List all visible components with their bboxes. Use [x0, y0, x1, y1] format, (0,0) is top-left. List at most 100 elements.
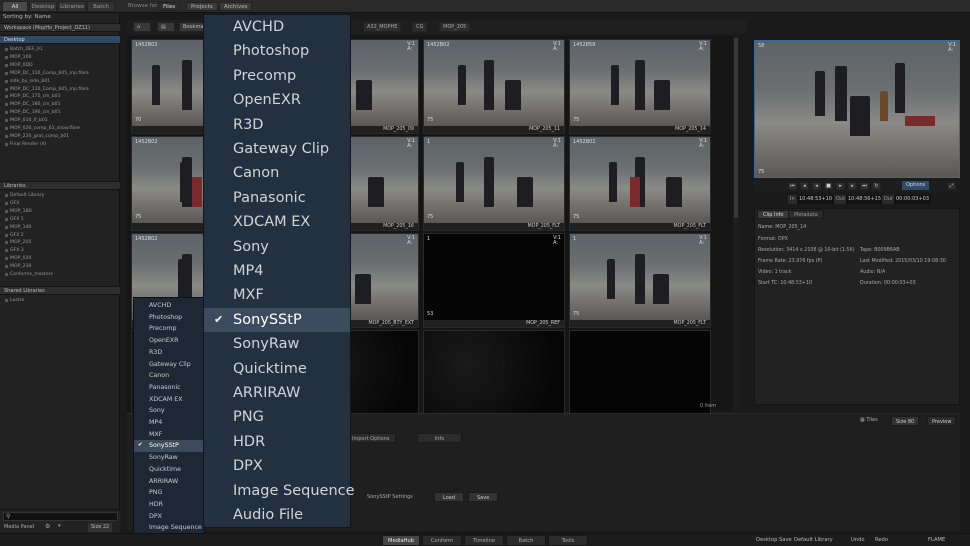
preview-button[interactable]: Preview [927, 416, 957, 426]
tree-item[interactable]: MOP_DC_110_Comp_b05_mp.flare [0, 70, 120, 77]
tree-item[interactable]: GFX 2 [0, 232, 120, 239]
media-tile[interactable]: 1 V:1 A: 75 MOP_205_FLT [423, 136, 565, 231]
format-option-small[interactable]: Quicktime [134, 464, 206, 476]
tree-item[interactable]: Final Render (4) [0, 141, 120, 148]
tab-import-options[interactable]: Import Options [345, 433, 397, 443]
tree-item[interactable]: Lustre [0, 297, 120, 304]
media-tile[interactable] [569, 330, 711, 425]
format-option-small[interactable]: Precomp [134, 323, 206, 335]
search-field[interactable]: ⚲ [3, 512, 118, 521]
tab-batch[interactable]: Batch [87, 1, 115, 12]
home-icon[interactable]: ⌂ [133, 22, 151, 32]
format-option-small[interactable]: DPX [134, 511, 206, 523]
format-option-small[interactable]: Photoshop [134, 312, 206, 324]
media-tile[interactable]: 1452B02 V:1 A: 75 MOP_205_FLT [569, 136, 711, 231]
browse-archives-button[interactable]: Archives [219, 2, 253, 11]
tree-item[interactable]: MOP_010_lf_b01 [0, 117, 120, 124]
format-option-small[interactable]: Gateway Clip [134, 359, 206, 371]
size-80-button[interactable]: Size 80 [891, 416, 920, 426]
tab-tools[interactable]: Tools [548, 535, 588, 546]
format-option-small[interactable]: MXF [134, 429, 206, 441]
save-button[interactable]: Save [468, 492, 499, 502]
tree-item[interactable]: MOP_DC_180_cln_b01 [0, 101, 120, 108]
format-option-small[interactable]: ARRIRAW [134, 476, 206, 488]
library-select[interactable]: Default Library [794, 535, 833, 546]
format-option-large[interactable]: ARRIRAW [204, 381, 350, 405]
libraries-header[interactable]: Libraries [0, 181, 120, 190]
browse-files-button[interactable]: Files [158, 2, 181, 11]
media-tile[interactable]: 1 V:1 A: 53 MOP_205_REF [423, 233, 565, 328]
format-option-large[interactable]: Precomp [204, 64, 350, 88]
format-option-small[interactable]: MP4 [134, 417, 206, 429]
format-option-large[interactable]: XDCAM EX [204, 210, 350, 234]
undo-button[interactable]: Undo [851, 535, 865, 546]
tree-item[interactable]: MOP_205 [0, 239, 120, 246]
format-option-small[interactable]: R3D [134, 347, 206, 359]
format-option-large[interactable]: Gateway Clip [204, 137, 350, 161]
media-tile[interactable] [423, 330, 565, 425]
format-option-small[interactable]: XDCAM EX [134, 394, 206, 406]
tab-desktop[interactable]: Desktop [29, 1, 57, 12]
format-option-small[interactable]: AVCHD [134, 300, 206, 312]
play-reverse-icon[interactable]: ◂ [812, 182, 821, 190]
tiles-button[interactable]: ▦ Tiles [860, 417, 878, 423]
format-option-small[interactable]: SonyRaw [134, 452, 206, 464]
format-option-small[interactable]: HDR [134, 499, 206, 511]
format-option-large[interactable]: MP4 [204, 259, 350, 283]
workspace-header[interactable]: Workspace (MopHo_Project_DZ11) [0, 23, 120, 32]
size-button[interactable]: Size 22 [88, 523, 113, 532]
desktop-status[interactable]: Desktop [756, 535, 777, 546]
tab-all[interactable]: All [2, 1, 28, 12]
stop-icon[interactable]: ■ [824, 182, 833, 190]
breadcrumb-1[interactable]: A32_MOPHE [363, 22, 402, 32]
tree-item[interactable]: MOP_230 [0, 263, 120, 270]
load-button[interactable]: Load [434, 492, 464, 502]
tree-item[interactable]: MOP_DC_175_cln_b01 [0, 93, 120, 100]
out-value[interactable]: 10:48:56+15 [846, 195, 884, 204]
go-end-icon[interactable]: ⏭ [860, 182, 869, 190]
format-option-large[interactable]: OpenEXR [204, 88, 350, 112]
media-tile[interactable]: 1452B02 V:1 A: 75 MOP_205_11 [423, 39, 565, 134]
format-option-large[interactable]: Panasonic [204, 186, 350, 210]
tree-item[interactable]: GFX [0, 200, 120, 207]
tab-libraries[interactable]: Libraries [58, 1, 86, 12]
format-option-large[interactable]: Photoshop [204, 39, 350, 63]
format-option-large[interactable]: DPX [204, 454, 350, 478]
save-status[interactable]: Save [779, 535, 792, 546]
chevron-down-icon[interactable]: ▾ [58, 523, 61, 529]
format-option-large[interactable]: Sony [204, 235, 350, 259]
tab-metadata[interactable]: Metadata [788, 210, 824, 219]
tree-item[interactable]: MOP_0DD [0, 62, 120, 69]
format-option-large[interactable]: Canon [204, 161, 350, 185]
grid-scrollbar[interactable] [733, 36, 739, 411]
tree-item[interactable]: Batch_DEF_01 [0, 46, 120, 53]
tree-item[interactable]: MOP_020_comp_61_snow.flare [0, 125, 120, 132]
format-option-large[interactable]: HDR [204, 430, 350, 454]
tree-item[interactable]: Default Library [0, 192, 120, 199]
tab-clip-info[interactable]: Clip Info [757, 210, 790, 219]
tree-item[interactable]: Conforms_masters [0, 271, 120, 278]
format-option-large[interactable]: Image Sequence [204, 479, 355, 503]
format-option-small[interactable]: OpenEXR [134, 335, 206, 347]
options-button[interactable]: Options [902, 181, 930, 190]
breadcrumb-3[interactable]: MOP_205 [439, 22, 471, 32]
tab-conform[interactable]: Conform [422, 535, 462, 546]
tree-item[interactable]: GFX 3 [0, 247, 120, 254]
play-icon[interactable]: ▸ [836, 182, 845, 190]
format-option-large[interactable]: ✔ SonySStP [204, 307, 350, 333]
format-option-large[interactable]: Quicktime [204, 357, 350, 381]
tree-item[interactable]: MOP_100 [0, 54, 120, 61]
dur-value[interactable]: 00:00:03+03 [894, 195, 932, 204]
tree-item[interactable]: MOP_140 [0, 224, 120, 231]
format-option-small[interactable]: Canon [134, 370, 206, 382]
media-tile[interactable]: 1452859 V:1 A: 75 MOP_205_14 [569, 39, 711, 134]
redo-button[interactable]: Redo [875, 535, 888, 546]
clip-viewer[interactable]: 58 V:1 A: 75 [754, 40, 960, 178]
format-option-large[interactable]: SonyRaw [204, 332, 350, 356]
breadcrumb-2[interactable]: CG [412, 22, 428, 32]
loop-icon[interactable]: ↻ [872, 182, 881, 190]
format-option-small[interactable]: Sony [134, 405, 206, 417]
tree-item[interactable]: MOP_DC_190_cln_b01 [0, 109, 120, 116]
browse-projects-button[interactable]: Projects [186, 2, 218, 11]
tree-item[interactable]: MOP_1B0 [0, 208, 120, 215]
